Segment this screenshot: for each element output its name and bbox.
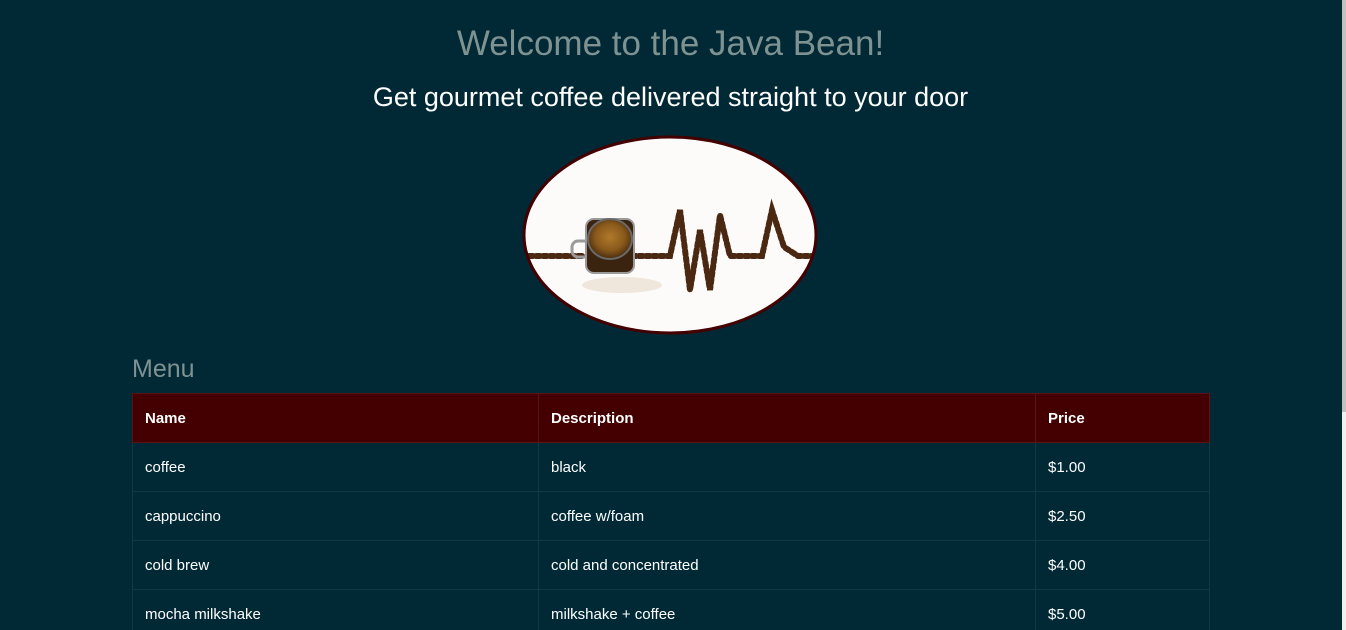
item-price: $4.00 (1035, 540, 1210, 590)
item-description: black (538, 442, 1036, 492)
item-name: coffee (132, 442, 539, 492)
table-row: cold brew cold and concentrated $4.00 (132, 540, 1210, 590)
page-subtitle: Get gourmet coffee delivered straight to… (372, 82, 969, 112)
scrollbar-track[interactable] (1342, 0, 1346, 630)
item-description: milkshake + coffee (538, 589, 1036, 630)
menu-table: Name Description Price coffee black $1.0… (132, 393, 1210, 630)
table-row: cappuccino coffee w/foam $2.50 (132, 491, 1210, 541)
table-row: mocha milkshake milkshake + coffee $5.00 (132, 589, 1210, 630)
column-header-description: Description (538, 393, 1036, 443)
coffee-heartbeat-image (522, 135, 818, 335)
item-price: $1.00 (1035, 442, 1210, 492)
column-header-name: Name (132, 393, 539, 443)
item-description: cold and concentrated (538, 540, 1036, 590)
item-description: coffee w/foam (538, 491, 1036, 541)
item-price: $2.50 (1035, 491, 1210, 541)
item-name: cold brew (132, 540, 539, 590)
column-header-price: Price (1035, 393, 1210, 443)
item-name: mocha milkshake (132, 589, 539, 630)
item-price: $5.00 (1035, 589, 1210, 630)
table-header-row: Name Description Price (132, 393, 1210, 443)
item-name: cappuccino (132, 491, 539, 541)
scrollbar-thumb[interactable] (1342, 0, 1346, 412)
page-title: Welcome to the Java Bean! (456, 24, 885, 63)
menu-heading: Menu (132, 355, 195, 383)
table-row: coffee black $1.00 (132, 442, 1210, 492)
page: Welcome to the Java Bean! Get gourmet co… (0, 0, 1346, 630)
